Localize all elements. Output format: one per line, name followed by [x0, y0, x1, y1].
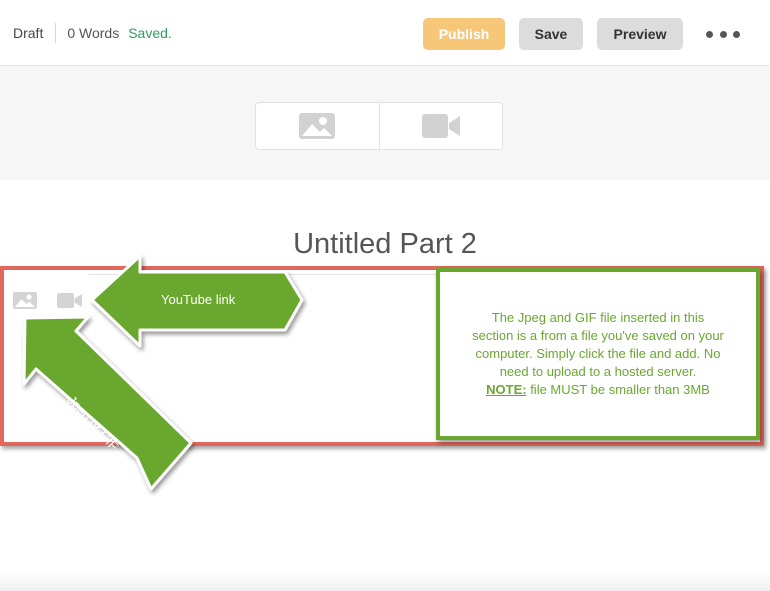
note-line: section is a from a file you've saved on…: [472, 328, 724, 343]
bottom-edge: [0, 573, 770, 591]
note-text: The Jpeg and GIF file inserted in this s…: [472, 309, 724, 399]
note-line: computer. Simply click the file and add.…: [475, 346, 721, 361]
note-size-limit: file MUST be smaller than 3MB: [526, 382, 710, 397]
note-line: need to upload to a hosted server.: [499, 364, 697, 379]
note-line: The Jpeg and GIF file inserted in this: [491, 310, 705, 325]
jpeg-gif-arrow: [22, 315, 193, 491]
youtube-link-label: YouTube link: [161, 292, 236, 307]
callout-note: The Jpeg and GIF file inserted in this s…: [436, 268, 760, 440]
note-line: NOTE: file MUST be smaller than 3MB: [472, 381, 724, 399]
note-label: NOTE:: [486, 382, 527, 397]
